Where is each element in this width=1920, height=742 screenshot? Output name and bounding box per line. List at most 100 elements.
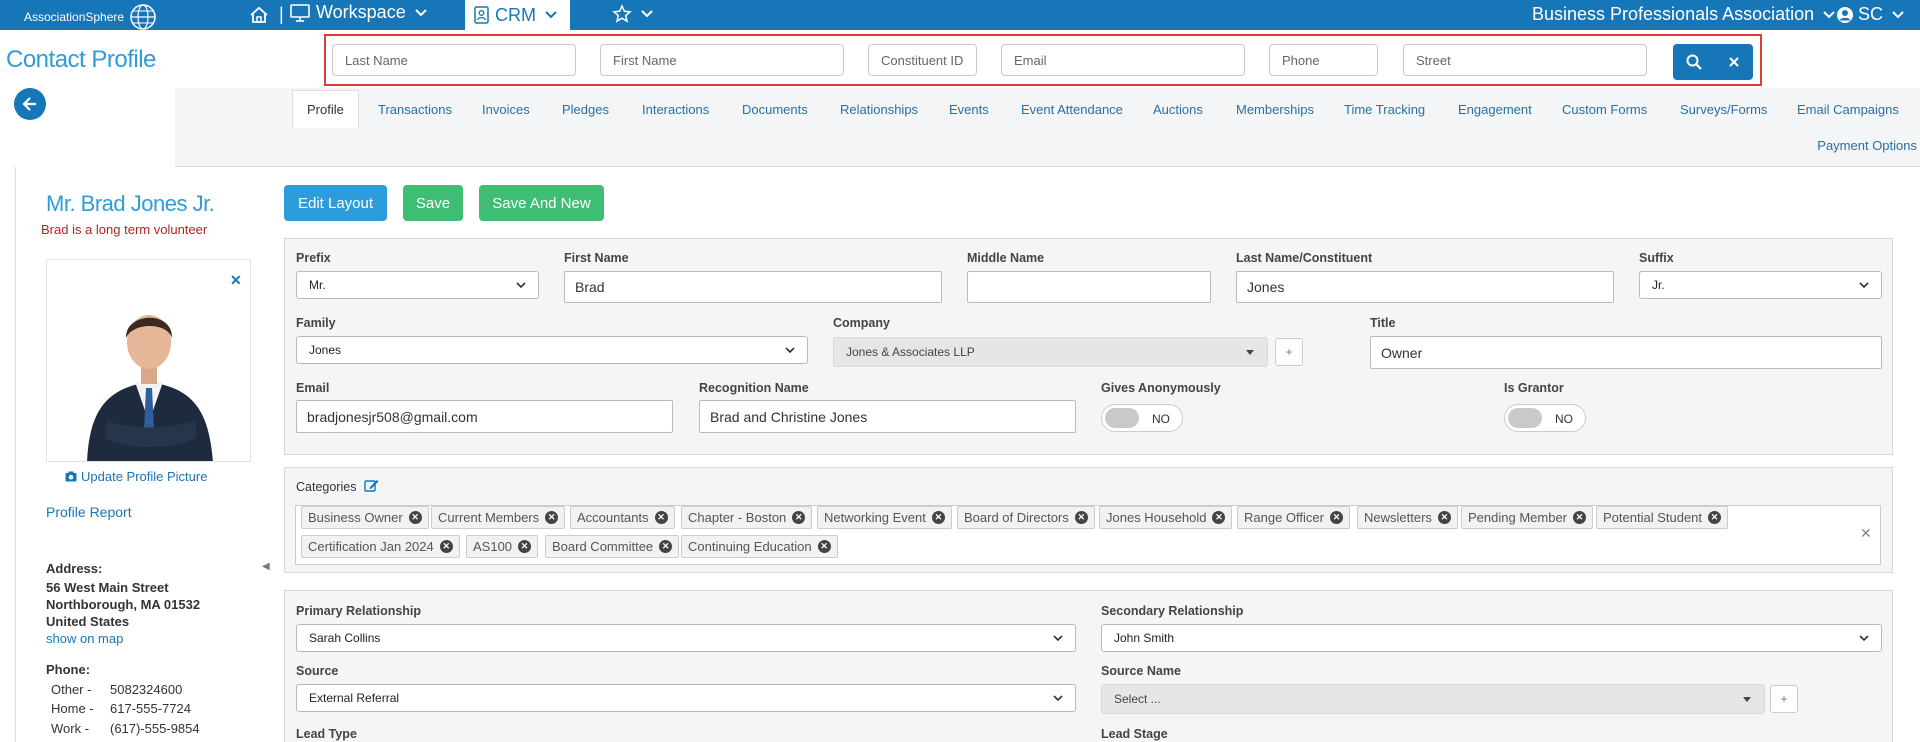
source-select[interactable]: External Referral bbox=[296, 684, 1076, 712]
search-first-name-input[interactable] bbox=[600, 44, 844, 76]
remove-tag-icon[interactable]: ✕ bbox=[654, 511, 668, 524]
edit-layout-button[interactable]: Edit Layout bbox=[284, 185, 387, 221]
contact-card-icon bbox=[474, 6, 489, 24]
remove-tag-icon[interactable]: ✕ bbox=[1573, 511, 1586, 524]
gives-anonymously-toggle[interactable]: NO bbox=[1101, 404, 1183, 432]
remove-tag-icon[interactable]: ✕ bbox=[817, 540, 831, 553]
remove-tag-icon[interactable]: ✕ bbox=[1708, 511, 1722, 524]
profile-report-link[interactable]: Profile Report bbox=[46, 504, 132, 520]
family-value: Jones bbox=[309, 343, 342, 357]
remove-tag-icon[interactable]: ✕ bbox=[659, 540, 673, 553]
prefix-label: Prefix bbox=[296, 251, 331, 265]
clear-search-icon[interactable] bbox=[1728, 56, 1740, 68]
add-company-button[interactable]: + bbox=[1275, 338, 1303, 366]
tab-pledges[interactable]: Pledges bbox=[562, 90, 609, 128]
source-label: Source bbox=[296, 664, 339, 678]
save-and-new-button[interactable]: Save And New bbox=[479, 185, 604, 221]
last-name-input[interactable]: Jones bbox=[1236, 271, 1614, 303]
tab-auctions[interactable]: Auctions bbox=[1153, 90, 1203, 128]
edit-icon[interactable] bbox=[364, 478, 379, 493]
chevron-down-icon bbox=[1053, 695, 1063, 702]
address-line-1: 56 West Main Street bbox=[46, 580, 169, 595]
user-circle-icon bbox=[1837, 6, 1853, 23]
first-name-input[interactable]: Brad bbox=[564, 271, 942, 303]
show-on-map-link[interactable]: show on map bbox=[46, 631, 123, 646]
recognition-name-input[interactable]: Brad and Christine Jones bbox=[699, 400, 1076, 433]
star-icon bbox=[612, 4, 632, 23]
suffix-select[interactable]: Jr. bbox=[1639, 271, 1882, 299]
tab-transactions[interactable]: Transactions bbox=[378, 90, 452, 128]
remove-photo-icon[interactable]: ✕ bbox=[230, 272, 242, 289]
chevron-down-icon bbox=[1892, 10, 1904, 18]
search-icon[interactable] bbox=[1686, 54, 1702, 70]
remove-tag-icon[interactable]: ✕ bbox=[408, 511, 422, 524]
contact-display-name: Mr. Brad Jones Jr. bbox=[46, 191, 215, 216]
category-tag: AS100 ✕ bbox=[466, 535, 539, 558]
add-source-name-button[interactable]: + bbox=[1770, 685, 1798, 713]
home-icon[interactable] bbox=[248, 4, 270, 26]
remove-tag-icon[interactable]: ✕ bbox=[439, 540, 453, 553]
company-select[interactable]: Jones & Associates LLP bbox=[833, 337, 1268, 367]
search-email-input[interactable] bbox=[1001, 44, 1245, 76]
remove-tag-icon[interactable]: ✕ bbox=[1329, 511, 1343, 524]
crm-menu[interactable]: CRM bbox=[465, 0, 570, 30]
workspace-label: Workspace bbox=[316, 2, 406, 22]
family-select[interactable]: Jones bbox=[296, 336, 808, 364]
lead-stage-label: Lead Stage bbox=[1101, 727, 1168, 741]
remove-tag-icon[interactable]: ✕ bbox=[1212, 511, 1226, 524]
phone-type: Home - bbox=[51, 701, 94, 716]
suffix-value: Jr. bbox=[1652, 278, 1665, 292]
tab-custom-forms[interactable]: Custom Forms bbox=[1562, 90, 1647, 128]
clear-categories-icon[interactable]: ✕ bbox=[1860, 525, 1872, 542]
category-tag: Networking Event ✕ bbox=[817, 506, 952, 529]
category-tag: Current Members ✕ bbox=[431, 506, 566, 529]
chevron-down-icon bbox=[545, 11, 557, 19]
title-input[interactable]: Owner bbox=[1370, 336, 1882, 369]
save-button[interactable]: Save bbox=[403, 185, 463, 221]
tab-payment-options[interactable]: Payment Options bbox=[1797, 126, 1917, 164]
is-grantor-toggle[interactable]: NO bbox=[1504, 404, 1586, 432]
remove-tag-icon[interactable]: ✕ bbox=[792, 511, 806, 524]
tab-events[interactable]: Events bbox=[949, 90, 989, 128]
tab-email-campaigns[interactable]: Email Campaigns bbox=[1797, 90, 1899, 128]
remove-tag-icon[interactable]: ✕ bbox=[931, 511, 945, 524]
favorites-menu[interactable] bbox=[612, 4, 654, 24]
back-button[interactable] bbox=[14, 88, 46, 120]
search-street-input[interactable] bbox=[1403, 44, 1647, 76]
search-last-name-input[interactable] bbox=[332, 44, 576, 76]
prefix-select[interactable]: Mr. bbox=[296, 271, 539, 299]
secondary-relationship-select[interactable]: John Smith bbox=[1101, 624, 1882, 652]
tab-event-attendance[interactable]: Event Attendance bbox=[1021, 90, 1123, 128]
remove-tag-icon[interactable]: ✕ bbox=[1074, 511, 1088, 524]
user-menu[interactable]: SC bbox=[1836, 4, 1909, 25]
tab-invoices[interactable]: Invoices bbox=[482, 90, 530, 128]
category-tag: Continuing Education ✕ bbox=[681, 535, 838, 558]
tab-profile[interactable]: Profile bbox=[292, 90, 359, 128]
tab-memberships[interactable]: Memberships bbox=[1236, 90, 1314, 128]
last-name-label: Last Name/Constituent bbox=[1236, 251, 1373, 265]
remove-tag-icon[interactable]: ✕ bbox=[518, 540, 532, 553]
tab-engagement[interactable]: Engagement bbox=[1458, 90, 1532, 128]
tab-time-tracking[interactable]: Time Tracking bbox=[1344, 90, 1425, 128]
primary-relationship-select[interactable]: Sarah Collins bbox=[296, 624, 1076, 652]
update-profile-picture-link[interactable]: Update Profile Picture bbox=[65, 469, 207, 484]
search-constituent-id-input[interactable] bbox=[868, 44, 977, 76]
tab-interactions[interactable]: Interactions bbox=[642, 90, 709, 128]
remove-tag-icon[interactable]: ✕ bbox=[1437, 511, 1451, 524]
workspace-menu[interactable]: Workspace bbox=[290, 2, 434, 23]
remove-tag-icon[interactable]: ✕ bbox=[545, 511, 559, 524]
email-input[interactable]: bradjonesjr508@gmail.com bbox=[296, 400, 673, 433]
app-logo[interactable]: AssociationSphere bbox=[24, 3, 160, 31]
organization-menu[interactable]: Business Professionals Association bbox=[1532, 4, 1836, 25]
search-phone-input[interactable] bbox=[1269, 44, 1378, 76]
source-value: External Referral bbox=[309, 691, 400, 705]
source-name-select[interactable]: Select ... bbox=[1101, 684, 1765, 714]
globe-icon bbox=[130, 4, 156, 30]
collapse-panel-icon[interactable]: ◀ bbox=[262, 561, 270, 572]
tab-documents[interactable]: Documents bbox=[742, 90, 808, 128]
tab-relationships[interactable]: Relationships bbox=[840, 90, 918, 128]
middle-name-input[interactable] bbox=[967, 271, 1211, 303]
category-tag: Jones Household ✕ bbox=[1099, 506, 1233, 529]
top-nav-bar: AssociationSphere | Workspace CRM Busine… bbox=[0, 0, 1920, 30]
tab-surveys-forms[interactable]: Surveys/Forms bbox=[1680, 90, 1767, 128]
